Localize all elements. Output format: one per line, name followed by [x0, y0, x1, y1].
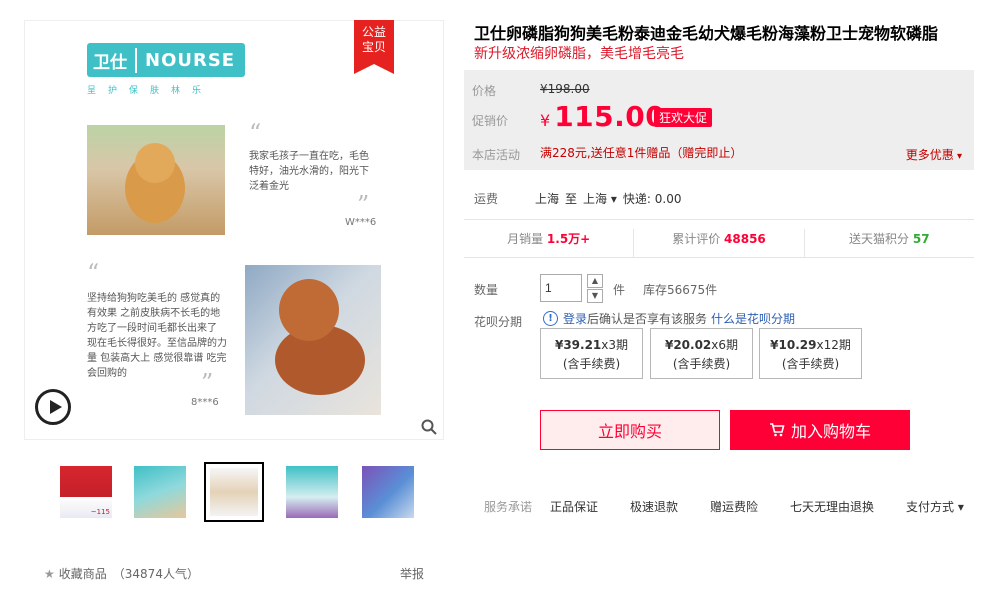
quantity-decrease-button[interactable]: ▼: [587, 289, 603, 303]
review-text-2: 坚持给狗狗吃美毛的 感觉真的有效果 之前皮肤病不长毛的地方吃了一段时间毛都长出来…: [87, 293, 227, 379]
reviewer-2: 8***6: [191, 397, 219, 408]
shipping-fee: 快递: 0.00: [622, 192, 682, 206]
original-price: ¥198.00: [540, 82, 590, 96]
stats-bar: 月销量 1.5万+ 累计评价 48856 送天猫积分 57: [464, 229, 974, 257]
charity-badge: 公益 宝贝: [354, 20, 394, 74]
favorite-label: 收藏商品: [58, 567, 107, 581]
quote-close-icon: ”: [357, 191, 370, 219]
service-item[interactable]: 七天无理由退换: [790, 498, 874, 515]
reviewer-1: W***6: [345, 217, 377, 228]
monthly-sales: 月销量 1.5万+: [464, 229, 635, 257]
main-product-image[interactable]: 卫仕 NOURSE 呈护保肤林乐 “ 我家毛孩子一直在吃，毛色特好，油光水滑的，…: [24, 20, 444, 440]
service-promise-label: 服务承诺: [484, 500, 533, 514]
thumbnail-1[interactable]: ~115: [56, 462, 116, 522]
promo-price: ¥ 115.00: [540, 100, 666, 133]
divider: [464, 257, 974, 258]
product-subtitle: 新升级浓缩卵磷脂，美毛增毛亮毛: [474, 46, 684, 62]
installment-option-3[interactable]: ¥39.21x3期 (含手续费): [540, 328, 643, 379]
zoom-icon[interactable]: [421, 419, 437, 435]
quote-open-icon: “: [249, 119, 262, 147]
chevron-down-icon: ▾: [954, 500, 964, 514]
quantity-input[interactable]: 1: [540, 274, 582, 302]
shop-activity-label: 本店活动: [472, 148, 521, 162]
info-icon: !: [543, 311, 558, 326]
service-item[interactable]: 赠运费险: [710, 498, 758, 515]
brand-name: NOURSE: [145, 49, 236, 71]
thumbnail-4[interactable]: [282, 462, 342, 522]
promo-price-value: 115.00: [554, 100, 666, 133]
service-item[interactable]: 正品保证: [550, 498, 598, 515]
add-to-cart-button[interactable]: 加入购物车: [730, 410, 910, 450]
thumbnail-5[interactable]: [358, 462, 418, 522]
tmall-points: 送天猫积分 57: [849, 232, 930, 246]
promo-price-label: 促销价: [472, 114, 509, 128]
favorite-button[interactable]: ★ 收藏商品 （34874人气）: [44, 565, 199, 582]
thumbnail-3[interactable]: [204, 462, 264, 522]
login-link[interactable]: 登录: [563, 310, 587, 327]
payment-methods-dropdown[interactable]: 支付方式 ▾: [906, 498, 964, 515]
ship-destination-select[interactable]: 上海 ▾: [583, 190, 617, 207]
poodle-photo: [245, 265, 381, 415]
product-title: 卫仕卵磷脂狗狗美毛粉泰迪金毛幼犬爆毛粉海藻粉卫士宠物软磷脂: [474, 24, 939, 43]
what-is-huabei-link[interactable]: 什么是花呗分期: [711, 310, 795, 327]
divider: [464, 219, 974, 220]
quote-close-icon: ”: [201, 369, 214, 397]
more-deals-link[interactable]: 更多优惠 ▾: [906, 146, 962, 163]
chevron-down-icon: ▾: [953, 151, 962, 162]
shop-activity: 满228元,送任意1件赠品（赠完即止）: [540, 146, 743, 160]
star-icon: ★: [44, 566, 55, 581]
chevron-down-icon: ▾: [607, 192, 617, 206]
price-panel: 价格 ¥198.00 促销价 ¥ 115.00 狂欢大促 本店活动 满228元,…: [464, 70, 974, 170]
quote-open-icon: “: [87, 259, 100, 287]
stock-count: 库存56675件: [643, 283, 718, 297]
play-video-icon[interactable]: [35, 389, 71, 425]
quantity-label: 数量: [474, 283, 499, 297]
promo-tag: 狂欢大促: [654, 108, 713, 127]
huabei-label: 花呗分期: [474, 315, 523, 329]
thumbnail-2[interactable]: [130, 462, 190, 522]
report-link[interactable]: 举报: [400, 565, 424, 582]
total-reviews[interactable]: 累计评价 48856: [634, 229, 805, 257]
installment-option-6[interactable]: ¥20.02x6期 (含手续费): [650, 328, 753, 379]
buy-now-button[interactable]: 立即购买: [540, 410, 720, 450]
brand-logo: 卫仕 NOURSE: [87, 43, 246, 77]
quantity-unit: 件: [613, 283, 626, 297]
shipping-label: 运费: [474, 192, 499, 206]
quantity-increase-button[interactable]: ▲: [587, 274, 603, 288]
golden-retriever-photo: [87, 125, 225, 235]
installment-option-12[interactable]: ¥10.29x12期 (含手续费): [759, 328, 862, 379]
ship-from: 上海: [535, 192, 560, 206]
price-label: 价格: [472, 84, 497, 98]
brand-slogan: 呈护保肤林乐: [87, 86, 214, 96]
brand-mark: 卫仕: [93, 47, 137, 73]
thumbnail-strip: ~115: [24, 462, 444, 524]
shipping-row: 上海 至 上海 ▾ 快递: 0.00: [535, 190, 682, 207]
favorite-count: （34874人气）: [112, 567, 199, 581]
review-text-1: 我家毛孩子一直在吃，毛色特好，油光水滑的，阳光下泛着金光: [249, 151, 369, 192]
huabei-info: ! 登录 后确认是否享有该服务 什么是花呗分期: [543, 310, 795, 327]
service-item[interactable]: 极速退款: [630, 498, 678, 515]
cart-icon: [769, 423, 785, 437]
